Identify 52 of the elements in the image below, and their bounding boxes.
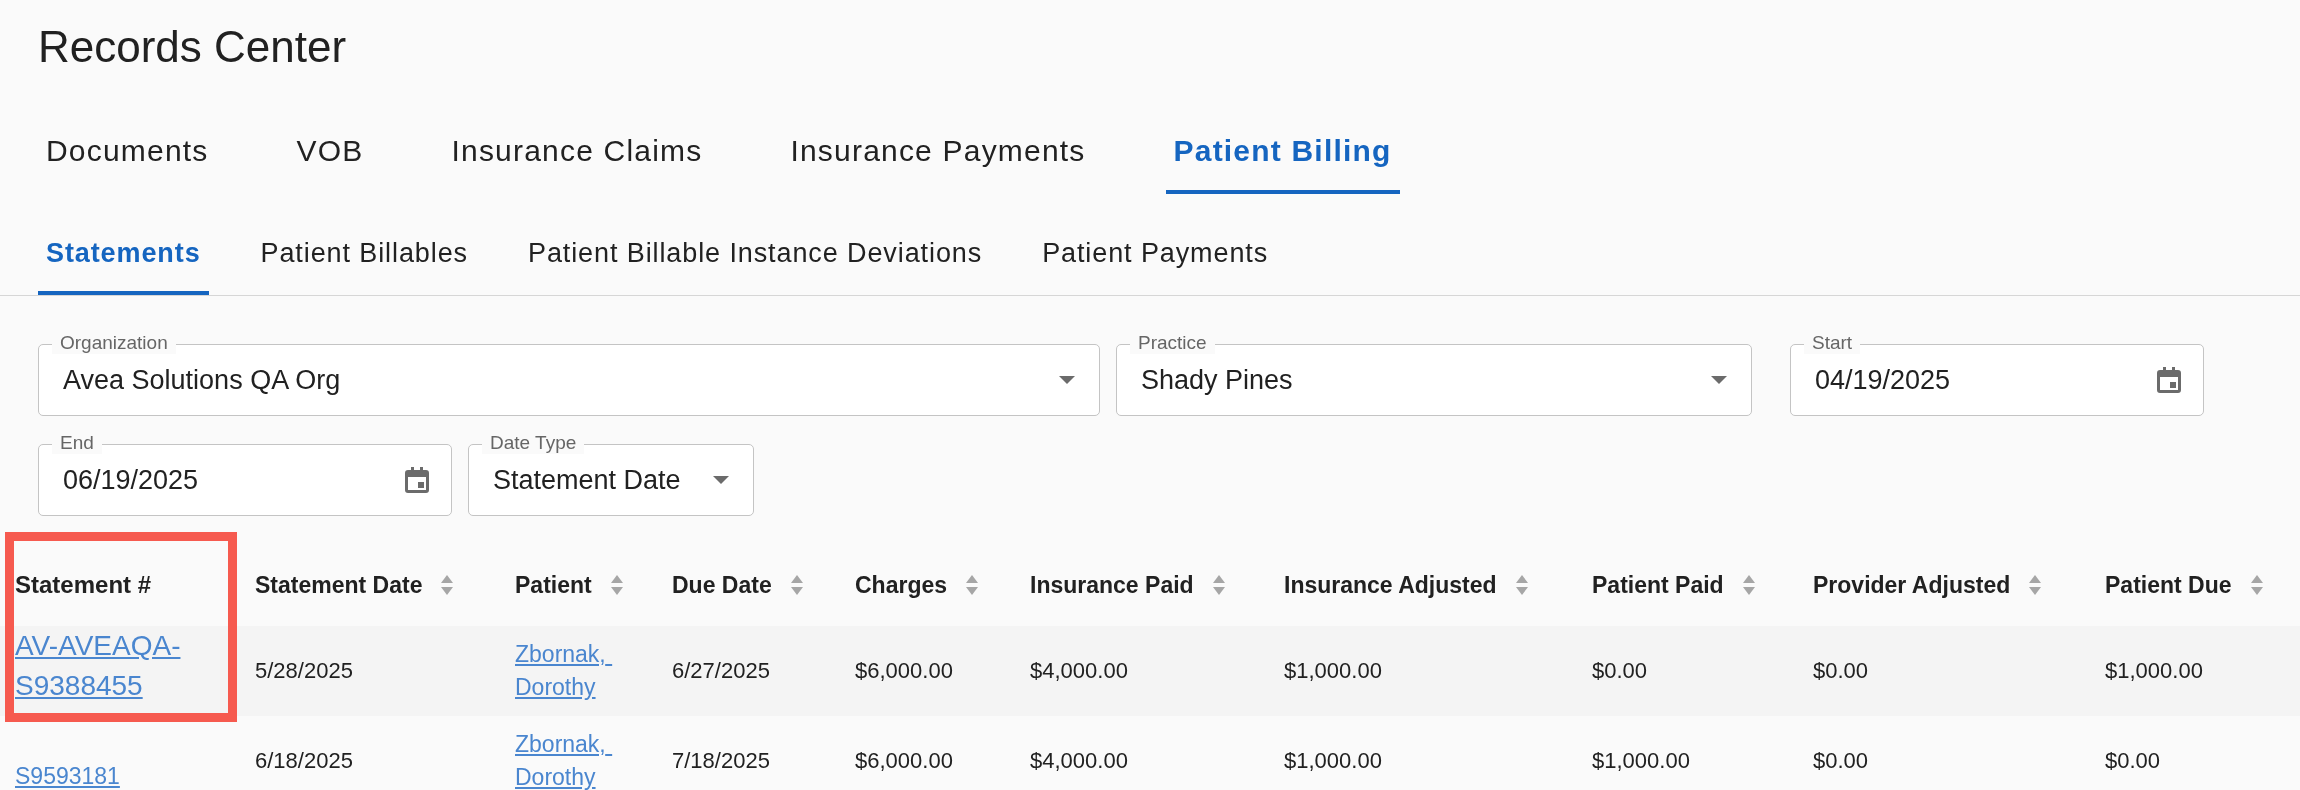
tab[interactable]: Documents bbox=[38, 134, 217, 194]
table-cell: $6,000.00 bbox=[855, 748, 953, 774]
column-header: Statement Date bbox=[255, 571, 423, 599]
sort-icon[interactable] bbox=[965, 574, 980, 596]
sort-icon[interactable] bbox=[2028, 574, 2043, 596]
sort-icon[interactable] bbox=[789, 574, 804, 596]
table-cell: $4,000.00 bbox=[1030, 658, 1128, 684]
column-header: Charges bbox=[855, 571, 948, 599]
tab[interactable]: VOB bbox=[288, 134, 372, 194]
table-cell: $0.00 bbox=[1813, 658, 1869, 684]
page-title: Records Center bbox=[37, 21, 348, 73]
column-header: Statement # bbox=[15, 571, 152, 599]
calendar-icon bbox=[405, 467, 429, 493]
table-cell: $1,000.00 bbox=[2105, 658, 2203, 684]
subtab[interactable]: Patient Billables bbox=[252, 238, 476, 295]
calendar-icon bbox=[2157, 367, 2181, 393]
subtab[interactable]: Statements bbox=[38, 238, 209, 295]
column-header: Insurance Paid bbox=[1030, 571, 1194, 599]
tab[interactable]: Insurance Claims bbox=[443, 134, 711, 194]
column-header: Patient Due bbox=[2105, 571, 2232, 599]
sort-icon[interactable] bbox=[1211, 574, 1226, 596]
column-header: Due Date bbox=[672, 571, 772, 599]
table-cell: 7/18/2025 bbox=[672, 748, 770, 774]
column-header: Insurance Adjusted bbox=[1284, 571, 1497, 599]
sort-icon[interactable] bbox=[440, 574, 455, 596]
table-cell: $0.00 bbox=[1813, 748, 1869, 774]
table-cell: $1,000.00 bbox=[1592, 748, 1690, 774]
subtab[interactable]: Patient Billable Instance Deviations bbox=[519, 238, 991, 295]
patient-link[interactable]: Zbornak, Dorothy bbox=[515, 728, 635, 790]
tab[interactable]: Insurance Payments bbox=[782, 134, 1094, 194]
tab[interactable]: Patient Billing bbox=[1165, 134, 1400, 194]
sort-icon[interactable] bbox=[609, 574, 624, 596]
table-cell: $6,000.00 bbox=[855, 658, 953, 684]
table-cell: 6/18/2025 bbox=[255, 748, 353, 774]
table-cell: $1,000.00 bbox=[1284, 748, 1382, 774]
table-cell: 5/28/2025 bbox=[255, 658, 353, 684]
table-cell: $0.00 bbox=[1592, 658, 1648, 684]
caret-icon bbox=[711, 475, 731, 485]
table-cell: 6/27/2025 bbox=[672, 658, 770, 684]
statement-link[interactable]: S9593181 bbox=[15, 756, 225, 790]
sort-icon[interactable] bbox=[1741, 574, 1756, 596]
caret-icon bbox=[1709, 375, 1729, 385]
caret-icon bbox=[1057, 375, 1077, 385]
sort-icon[interactable] bbox=[2249, 574, 2264, 596]
column-header: Patient bbox=[515, 571, 592, 599]
sort-icon[interactable] bbox=[1514, 574, 1529, 596]
table-cell: $1,000.00 bbox=[1284, 658, 1382, 684]
table-cell: $0.00 bbox=[2105, 748, 2161, 774]
column-header: Patient Paid bbox=[1592, 571, 1724, 599]
column-header: Provider Adjusted bbox=[1813, 571, 2011, 599]
table-cell: $4,000.00 bbox=[1030, 748, 1128, 774]
subtab[interactable]: Patient Payments bbox=[1034, 238, 1277, 295]
